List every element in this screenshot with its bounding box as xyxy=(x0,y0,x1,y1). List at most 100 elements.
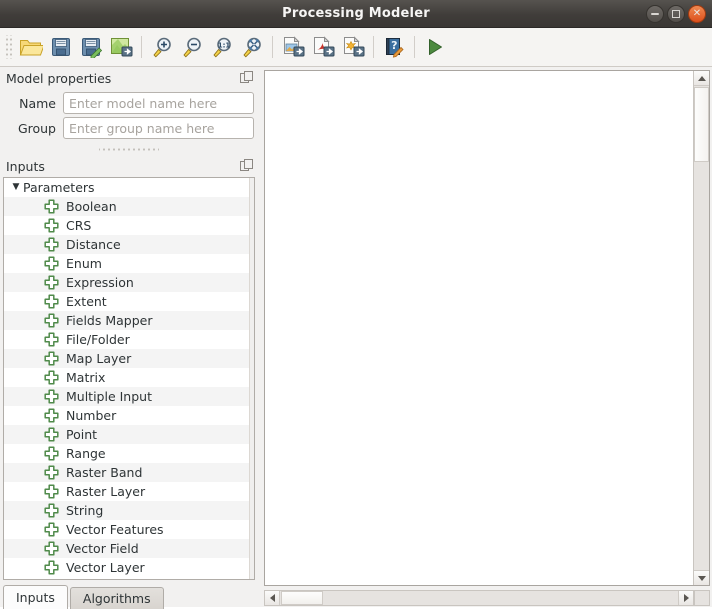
left-dock-panel: Model properties Name Group Inputs ▼Para… xyxy=(0,67,258,607)
chevron-down-icon[interactable]: ▼ xyxy=(9,178,23,197)
help-edit-icon: ? xyxy=(383,36,405,58)
tree-item-raster-layer[interactable]: Raster Layer xyxy=(4,482,254,501)
toolbar-grip[interactable] xyxy=(4,35,13,59)
tree-item-vector-layer[interactable]: Vector Layer xyxy=(4,558,254,577)
magnifier-plus-icon xyxy=(151,36,173,58)
tree-item-multiple-input[interactable]: Multiple Input xyxy=(4,387,254,406)
tree-item-enum[interactable]: Enum xyxy=(4,254,254,273)
tree-item-boolean[interactable]: Boolean xyxy=(4,197,254,216)
export-svg-button[interactable] xyxy=(338,32,368,63)
save-model-button[interactable] xyxy=(46,32,76,63)
zoom-actual-button[interactable]: 1:1 xyxy=(207,32,237,63)
tree-item-label: Matrix xyxy=(66,370,105,385)
run-model-button[interactable] xyxy=(420,32,450,63)
title-bar: Processing Modeler ✕ xyxy=(0,0,712,28)
model-canvas-frame xyxy=(264,70,710,586)
tree-item-map-layer[interactable]: Map Layer xyxy=(4,349,254,368)
folder-open-icon xyxy=(19,36,43,58)
canvas-horizontal-scrollbar[interactable] xyxy=(264,590,694,606)
tree-item-label: Multiple Input xyxy=(66,389,152,404)
tree-group-parameters[interactable]: ▼Parameters xyxy=(4,178,254,197)
canvas-vertical-scrollbar[interactable] xyxy=(693,71,709,585)
add-parameter-icon xyxy=(44,465,59,480)
scroll-right-icon[interactable] xyxy=(678,591,693,605)
horizontal-scroll-thumb[interactable] xyxy=(281,591,323,605)
tree-item-number[interactable]: Number xyxy=(4,406,254,425)
tree-item-fields-mapper[interactable]: Fields Mapper xyxy=(4,311,254,330)
inputs-tree[interactable]: ▼Parameters Boolean CRS Distance Enum Express… xyxy=(3,177,255,580)
export-as-image-button[interactable] xyxy=(106,32,136,63)
tree-item-label: String xyxy=(66,503,103,518)
add-parameter-icon xyxy=(44,275,59,290)
tree-item-point[interactable]: Point xyxy=(4,425,254,444)
zoom-out-button[interactable] xyxy=(177,32,207,63)
close-button[interactable]: ✕ xyxy=(688,5,706,23)
maximize-button[interactable] xyxy=(667,5,685,23)
tree-item-label: Map Layer xyxy=(66,351,131,366)
inputs-panel-title: Inputs xyxy=(6,159,45,174)
window-controls: ✕ xyxy=(646,5,706,23)
add-parameter-icon xyxy=(44,541,59,556)
tree-item-file-folder[interactable]: File/Folder xyxy=(4,330,254,349)
tree-item-distance[interactable]: Distance xyxy=(4,235,254,254)
zoom-in-button[interactable] xyxy=(147,32,177,63)
tab-inputs[interactable]: Inputs xyxy=(3,585,68,609)
add-parameter-icon xyxy=(44,218,59,233)
tree-item-label: Expression xyxy=(66,275,134,290)
model-name-input[interactable] xyxy=(63,92,254,114)
toolbar-separator xyxy=(141,36,142,58)
add-parameter-icon xyxy=(44,484,59,499)
inputs-tree-body: ▼Parameters Boolean CRS Distance Enum Express… xyxy=(4,178,254,579)
add-parameter-icon xyxy=(44,313,59,328)
tree-item-label: Distance xyxy=(66,237,121,252)
add-parameter-icon xyxy=(44,446,59,461)
tree-item-matrix[interactable]: Matrix xyxy=(4,368,254,387)
map-export-icon xyxy=(110,36,133,58)
add-parameter-icon xyxy=(44,408,59,423)
edit-help-button[interactable]: ? xyxy=(379,32,409,63)
tree-item-label: Raster Layer xyxy=(66,484,145,499)
tree-item-vector-field[interactable]: Vector Field xyxy=(4,539,254,558)
add-parameter-icon xyxy=(44,370,59,385)
picture-export-icon xyxy=(282,36,305,58)
toolbar-separator xyxy=(373,36,374,58)
svg-export-icon xyxy=(342,36,365,58)
tree-item-range[interactable]: Range xyxy=(4,444,254,463)
scroll-up-icon[interactable] xyxy=(694,71,709,86)
pdf-export-icon xyxy=(312,36,335,58)
tree-item-crs[interactable]: CRS xyxy=(4,216,254,235)
tree-item-string[interactable]: String xyxy=(4,501,254,520)
scroll-left-icon[interactable] xyxy=(265,591,280,605)
add-parameter-icon xyxy=(44,389,59,404)
tree-item-label: Fields Mapper xyxy=(66,313,152,328)
minimize-button[interactable] xyxy=(646,5,664,23)
tree-item-expression[interactable]: Expression xyxy=(4,273,254,292)
magnifier-one-to-one-icon: 1:1 xyxy=(211,36,233,58)
zoom-full-button[interactable] xyxy=(237,32,267,63)
main-toolbar: 1:1 xyxy=(0,28,712,67)
panel-splitter-handle[interactable] xyxy=(99,144,159,155)
model-canvas[interactable] xyxy=(265,71,693,585)
tree-item-label: Boolean xyxy=(66,199,117,214)
svg-text:1:1: 1:1 xyxy=(218,42,231,50)
export-image-button[interactable] xyxy=(278,32,308,63)
tree-item-vector-features[interactable]: Vector Features xyxy=(4,520,254,539)
tab-algorithms[interactable]: Algorithms xyxy=(70,587,164,609)
undock-icon[interactable] xyxy=(240,159,254,173)
tree-item-label: Vector Field xyxy=(66,541,139,556)
save-model-as-button[interactable] xyxy=(76,32,106,63)
export-pdf-button[interactable] xyxy=(308,32,338,63)
inputs-tree-scrollbar[interactable] xyxy=(249,178,254,579)
tree-item-raster-band[interactable]: Raster Band xyxy=(4,463,254,482)
inputs-panel-header: Inputs xyxy=(0,155,258,177)
add-parameter-icon xyxy=(44,427,59,442)
scroll-down-icon[interactable] xyxy=(694,570,709,585)
open-model-button[interactable] xyxy=(16,32,46,63)
toolbar-separator xyxy=(414,36,415,58)
vertical-scroll-thumb[interactable] xyxy=(694,87,709,162)
tree-item-extent[interactable]: Extent xyxy=(4,292,254,311)
undock-icon[interactable] xyxy=(240,71,254,85)
model-group-input[interactable] xyxy=(63,117,254,139)
toolbar-separator xyxy=(272,36,273,58)
tree-item-label: Enum xyxy=(66,256,102,271)
